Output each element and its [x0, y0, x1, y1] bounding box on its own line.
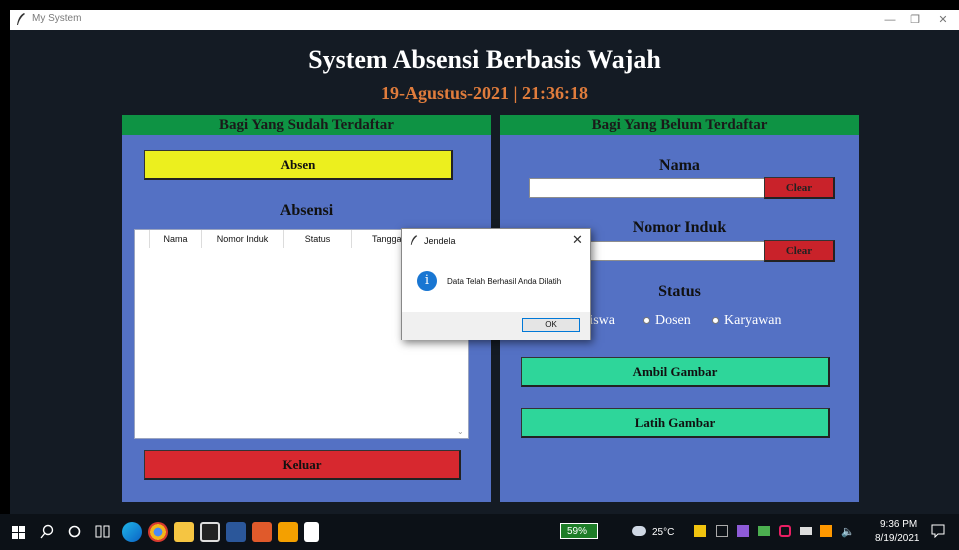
- terminal-icon[interactable]: [200, 522, 220, 542]
- table-header-nama[interactable]: Nama: [150, 230, 202, 248]
- table-header-status[interactable]: Status: [284, 230, 352, 248]
- file-explorer-icon[interactable]: [174, 522, 194, 542]
- dialog-close-button[interactable]: ✕: [572, 232, 583, 248]
- right-panel-header: Bagi Yang Belum Terdaftar: [500, 115, 859, 135]
- status-radio-karyawan[interactable]: Karyawan: [712, 313, 782, 329]
- page-title: System Absensi Berbasis Wajah: [308, 45, 661, 74]
- battery-indicator[interactable]: 59%: [560, 523, 598, 539]
- ambil-gambar-button[interactable]: Ambil Gambar: [521, 357, 830, 387]
- latih-gambar-button[interactable]: Latih Gambar: [521, 408, 830, 438]
- window-title: My System: [32, 13, 82, 24]
- dialog-title: Jendela: [424, 236, 456, 246]
- radio-icon[interactable]: [712, 317, 719, 325]
- radio-icon[interactable]: [643, 317, 650, 325]
- scroll-down-icon[interactable]: ⌄: [457, 427, 464, 436]
- nvidia-icon[interactable]: [758, 526, 770, 536]
- feather-icon: [17, 13, 25, 25]
- taskbar-time[interactable]: 9:36 PM: [880, 519, 917, 530]
- edge-icon[interactable]: [122, 522, 142, 542]
- ok-button[interactable]: OK: [522, 318, 580, 332]
- restore-button[interactable]: ❐: [905, 12, 925, 28]
- battery-icon[interactable]: [800, 527, 812, 535]
- close-button[interactable]: ✕: [933, 12, 953, 28]
- battery-percent: 59%: [567, 526, 588, 537]
- taskbar-date[interactable]: 8/19/2021: [875, 533, 920, 544]
- left-panel-header: Bagi Yang Sudah Terdaftar: [122, 115, 491, 135]
- nama-input[interactable]: [529, 178, 765, 198]
- absensi-title: Absensi: [279, 202, 334, 219]
- status-radio-dosen[interactable]: Dosen: [643, 313, 691, 329]
- table-header-nomor-induk[interactable]: Nomor Induk: [202, 230, 284, 248]
- absen-button[interactable]: Absen: [144, 150, 453, 180]
- taskbar: 59% 25°C 🔈 9:36 PM 8/19/2021: [0, 514, 959, 550]
- nama-label: Nama: [659, 157, 700, 174]
- weather-temperature[interactable]: 25°C: [652, 527, 674, 538]
- windows-start-icon[interactable]: [12, 526, 25, 539]
- shield-icon[interactable]: [779, 525, 791, 537]
- xampp-icon[interactable]: [252, 522, 272, 542]
- cloud-icon[interactable]: [632, 526, 646, 536]
- minimize-button[interactable]: —: [880, 12, 900, 28]
- notepad-icon[interactable]: [304, 522, 319, 542]
- clear-nomor-induk-button[interactable]: Clear: [764, 240, 835, 262]
- feather-tray-icon[interactable]: [737, 525, 749, 537]
- info-icon: i: [417, 271, 437, 291]
- info-dialog[interactable]: Jendela ✕ i Data Telah Berhasil Anda Dil…: [401, 228, 591, 340]
- sublime-icon[interactable]: [278, 522, 298, 542]
- chrome-icon[interactable]: [148, 522, 168, 542]
- tray-app-icon[interactable]: [694, 525, 706, 537]
- table-header-index: [135, 230, 150, 248]
- tray-tool-icon[interactable]: [820, 525, 832, 537]
- keluar-button[interactable]: Keluar: [144, 450, 461, 480]
- dialog-message: Data Telah Berhasil Anda Dilatih: [447, 277, 562, 286]
- clear-nama-button[interactable]: Clear: [764, 177, 835, 199]
- title-bar[interactable]: My System — ❐ ✕: [10, 10, 959, 30]
- datetime-label: 19-Agustus-2021 | 21:36:18: [381, 83, 588, 103]
- pen-icon[interactable]: [716, 525, 728, 537]
- notification-icon[interactable]: [931, 524, 945, 538]
- volume-icon[interactable]: 🔈: [841, 525, 855, 538]
- word-icon[interactable]: [226, 522, 246, 542]
- task-view-icon[interactable]: [95, 524, 110, 539]
- cortana-icon[interactable]: [68, 525, 81, 538]
- search-icon[interactable]: [40, 524, 54, 540]
- feather-icon: [410, 235, 418, 245]
